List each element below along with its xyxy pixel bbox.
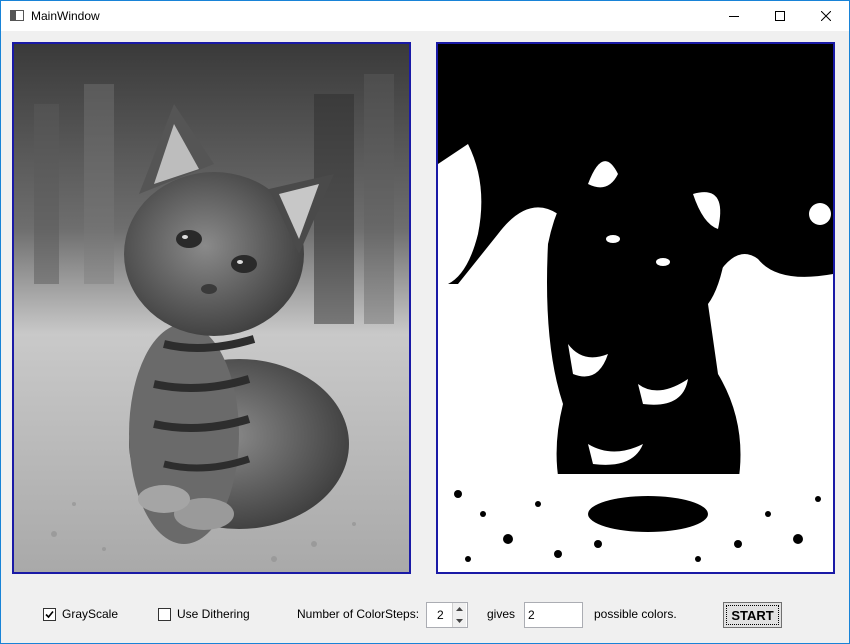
- possible-colors-label: possible colors.: [594, 607, 677, 621]
- two-tone-black-white-kitten: [438, 44, 833, 572]
- grayscale-label[interactable]: GrayScale: [62, 607, 118, 621]
- title-bar[interactable]: MainWindow: [1, 1, 849, 31]
- close-button[interactable]: [803, 1, 849, 31]
- grayscale-kitten-photo: [14, 44, 409, 572]
- arrow-up-icon: [456, 607, 463, 611]
- dithering-checkbox[interactable]: [158, 608, 171, 621]
- checkmark-icon: [45, 610, 54, 619]
- close-icon: [821, 11, 831, 21]
- start-button[interactable]: START: [723, 602, 782, 628]
- possible-colors-field[interactable]: [524, 602, 583, 628]
- controls-bar: GrayScale Use Dithering Number of ColorS…: [1, 601, 849, 631]
- possible-colors-input[interactable]: [528, 608, 580, 622]
- window-title: MainWindow: [31, 9, 100, 23]
- stepper-buttons: [452, 603, 467, 627]
- gives-label: gives: [487, 607, 516, 621]
- result-image: [436, 42, 835, 574]
- maximize-icon: [775, 11, 785, 21]
- color-steps-label: Number of ColorSteps:: [297, 607, 420, 621]
- minimize-icon: [729, 16, 739, 17]
- main-window: MainWindow GrayScale Use Dithering Numbe…: [0, 0, 850, 644]
- arrow-down-icon: [456, 619, 463, 623]
- maximize-button[interactable]: [757, 1, 803, 31]
- dithering-label[interactable]: Use Dithering: [177, 607, 250, 621]
- color-steps-value[interactable]: 2: [437, 608, 444, 622]
- color-steps-stepper[interactable]: 2: [426, 602, 468, 628]
- minimize-button[interactable]: [711, 1, 757, 31]
- grayscale-checkbox[interactable]: [43, 608, 56, 621]
- source-image: [12, 42, 411, 574]
- stepper-down-button[interactable]: [453, 615, 466, 627]
- window-app-icon: [10, 10, 24, 21]
